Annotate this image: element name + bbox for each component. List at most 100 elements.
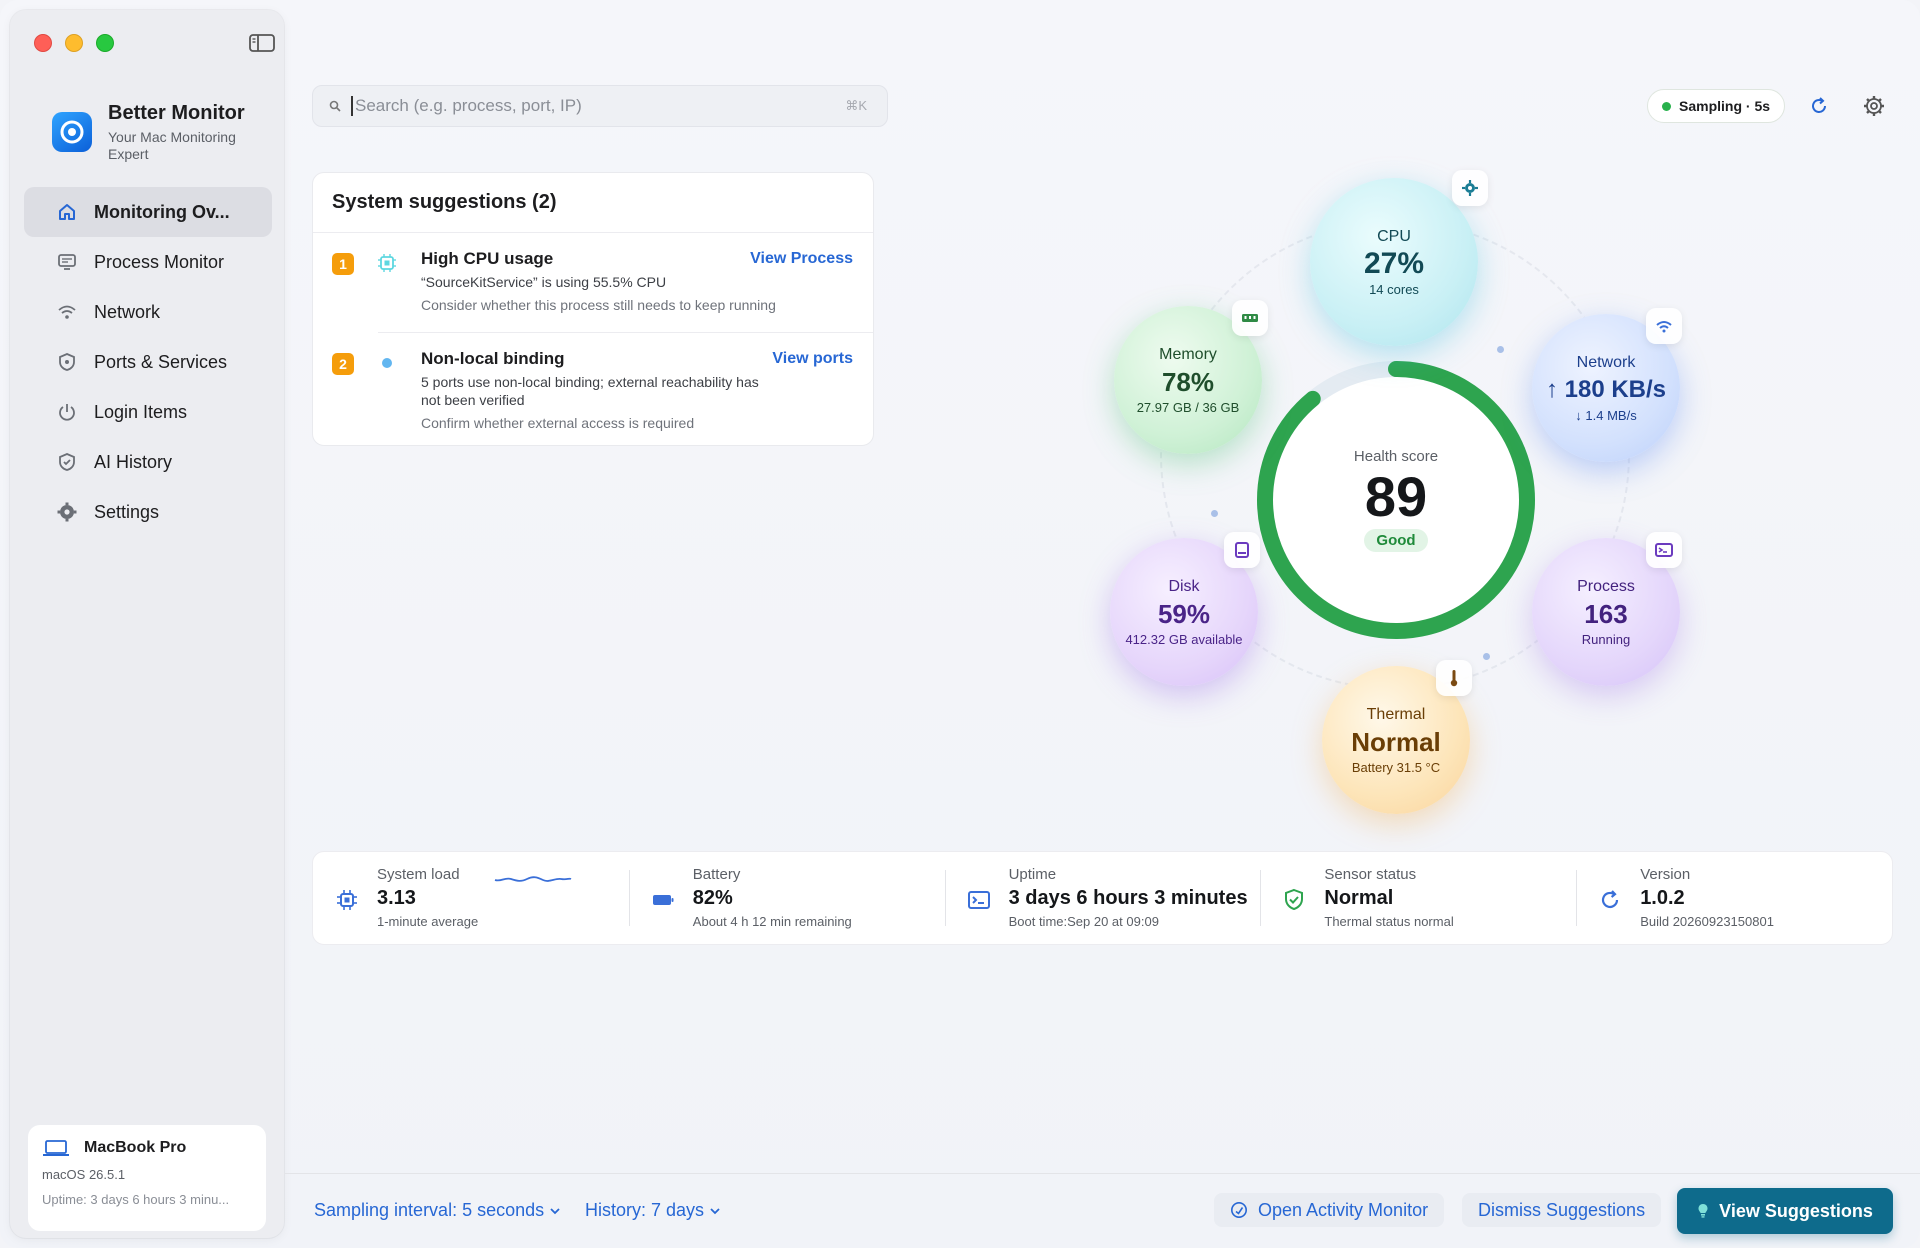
dismiss-label: Dismiss Suggestions <box>1478 1199 1646 1220</box>
memory-chip-icon <box>1232 300 1268 336</box>
lightbulb-icon <box>1698 1204 1708 1218</box>
sidebar-item-ai-history[interactable]: AI History <box>24 437 272 487</box>
sidebar-item-label: Settings <box>94 501 160 522</box>
network-upload-value: ↑ 180 KB/s <box>1545 375 1667 403</box>
sampling-interval-label: Sampling interval: 5 seconds <box>314 1200 545 1220</box>
network-bubble[interactable]: Network ↑ 180 KB/s ↓ 1.4 MB/s <box>1532 308 1682 462</box>
disk-label: Disk <box>1168 577 1200 595</box>
stat-battery: Battery 82% About 4 h 12 min remaining <box>628 852 945 944</box>
open-activity-monitor-button[interactable]: Open Activity Monitor <box>1214 1193 1445 1227</box>
orbit-dot <box>1497 346 1504 353</box>
settings-gear-icon[interactable] <box>1862 94 1886 118</box>
app-logo-icon <box>52 112 92 152</box>
history-dropdown[interactable]: History: 7 days <box>585 1200 720 1221</box>
minimize-window-button[interactable] <box>65 34 83 52</box>
sidebar: Better Monitor Your Mac Monitoring Exper… <box>10 10 284 1238</box>
sidebar-item-label: Ports & Services <box>94 351 228 372</box>
power-icon <box>59 404 75 421</box>
network-label: Network <box>1576 353 1636 371</box>
disk-sub: 412.32 GB available <box>1125 631 1243 647</box>
view-ports-link[interactable]: View ports <box>772 350 853 368</box>
dot-indicator-icon <box>382 358 392 368</box>
cpu-value: 27% <box>1363 246 1425 280</box>
view-process-link[interactable]: View Process <box>750 250 853 268</box>
sampling-label: Sampling · 5s <box>1679 98 1771 114</box>
thermal-bubble[interactable]: Thermal Normal Battery 31.5 °C <box>1322 660 1472 814</box>
battery-icon <box>652 895 674 905</box>
cpu-chip-icon <box>378 254 396 272</box>
refresh-icon[interactable] <box>1808 95 1830 117</box>
suggestions-title: System suggestions (2) <box>313 173 873 233</box>
sampling-interval-dropdown[interactable]: Sampling interval: 5 seconds <box>314 1200 560 1221</box>
monitor-icon <box>58 254 76 270</box>
network-download-value: ↓ 1.4 MB/s <box>1575 407 1637 423</box>
stat-sub: Build 20260923150801 <box>1640 914 1774 929</box>
history-label: History: 7 days <box>585 1200 705 1220</box>
sidebar-nav: Monitoring Ov... Process Monitor Network… <box>24 187 272 537</box>
metrics-orbit: Health score 89 Good CPU 27% 14 cores Me… <box>1080 160 1720 820</box>
laptop-icon <box>43 1140 69 1156</box>
brand: Better Monitor Your Mac Monitoring Exper… <box>52 102 258 163</box>
chevron-down-icon <box>550 1207 560 1214</box>
process-bubble[interactable]: Process 163 Running <box>1532 532 1682 686</box>
stat-system-load: System load 3.13 1-minute average <box>313 852 629 944</box>
cpu-bubble[interactable]: CPU 27% 14 cores <box>1310 170 1488 346</box>
suggestion-item: 2 Non-local binding 5 ports use non-loca… <box>332 332 873 431</box>
memory-sub: 27.97 GB / 36 GB <box>1136 399 1240 415</box>
stat-value: 3.13 <box>377 887 416 909</box>
shield-icon <box>59 353 75 371</box>
suggestion-number-badge: 2 <box>332 353 354 375</box>
sampling-status-badge[interactable]: Sampling · 5s <box>1647 89 1786 123</box>
stat-sub: Boot time:Sep 20 at 09:09 <box>1008 914 1159 929</box>
search-input[interactable]: Search (e.g. process, port, IP) ⌘K <box>312 85 888 127</box>
close-window-button[interactable] <box>34 34 52 52</box>
sidebar-toggle-icon[interactable] <box>248 32 276 54</box>
sidebar-item-settings[interactable]: Settings <box>24 487 272 537</box>
terminal-icon <box>967 891 990 909</box>
shield-check-icon <box>1285 888 1304 911</box>
orbit-dot <box>1483 653 1490 660</box>
sidebar-item-login-items[interactable]: Login Items <box>24 387 272 437</box>
sidebar-item-label: Process Monitor <box>94 251 225 272</box>
home-icon <box>59 204 75 220</box>
device-title: MacBook Pro <box>42 1139 252 1157</box>
device-uptime: Uptime: 3 days 6 hours 3 minu... <box>42 1192 230 1207</box>
health-status-badge: Good <box>1364 529 1428 552</box>
disk-bubble[interactable]: Disk 59% 412.32 GB available <box>1110 532 1260 686</box>
sidebar-item-label: Login Items <box>94 401 188 422</box>
health-score-gauge[interactable]: Health score 89 Good <box>1256 360 1536 640</box>
refresh-icon <box>1602 890 1619 909</box>
thermal-value: Normal <box>1351 726 1441 757</box>
app-tagline: Your Mac Monitoring Expert <box>108 129 236 162</box>
view-suggestions-button[interactable]: View Suggestions <box>1677 1188 1893 1234</box>
disk-drive-icon <box>1224 532 1260 568</box>
sidebar-item-ports-services[interactable]: Ports & Services <box>24 337 272 387</box>
stat-uptime: Uptime 3 days 6 hours 3 minutes Boot tim… <box>944 852 1261 944</box>
chevron-down-icon <box>710 1207 720 1214</box>
footer-divider <box>284 1173 1920 1174</box>
device-os: macOS 26.5.1 <box>42 1167 126 1182</box>
memory-bubble[interactable]: Memory 78% 27.97 GB / 36 GB <box>1114 300 1268 454</box>
search-icon <box>329 100 341 112</box>
network-wifi-icon <box>1646 308 1682 344</box>
sidebar-item-process-monitor[interactable]: Process Monitor <box>24 237 272 287</box>
suggestion-description: “SourceKitService” is using 55.5% CPU <box>421 274 667 290</box>
app-window: Better Monitor Your Mac Monitoring Exper… <box>0 0 1920 1248</box>
sidebar-item-monitoring-overview[interactable]: Monitoring Ov... <box>24 187 272 237</box>
search-shortcut: ⌘K <box>845 98 867 113</box>
stats-bar: System load 3.13 1-minute average Batter… <box>312 851 1893 945</box>
health-center: Health score 89 Good <box>1276 380 1516 620</box>
device-card: MacBook Pro macOS 26.5.1 Uptime: 3 days … <box>28 1125 266 1231</box>
sidebar-item-network[interactable]: Network <box>24 287 272 337</box>
status-dot-icon <box>1662 101 1671 111</box>
process-label: Process <box>1577 577 1635 595</box>
sidebar-item-label: AI History <box>94 451 173 472</box>
dismiss-suggestions-button[interactable]: Dismiss Suggestions <box>1462 1193 1662 1227</box>
app-name: Better Monitor <box>108 102 245 124</box>
gauge-icon <box>1231 1202 1247 1218</box>
stat-value: 3 days 6 hours 3 minutes <box>1008 887 1248 909</box>
stat-label: Version <box>1640 866 1691 883</box>
orbit-dot <box>1211 510 1218 517</box>
zoom-window-button[interactable] <box>96 34 114 52</box>
stat-version: Version 1.0.2 Build 20260923150801 <box>1576 852 1892 944</box>
